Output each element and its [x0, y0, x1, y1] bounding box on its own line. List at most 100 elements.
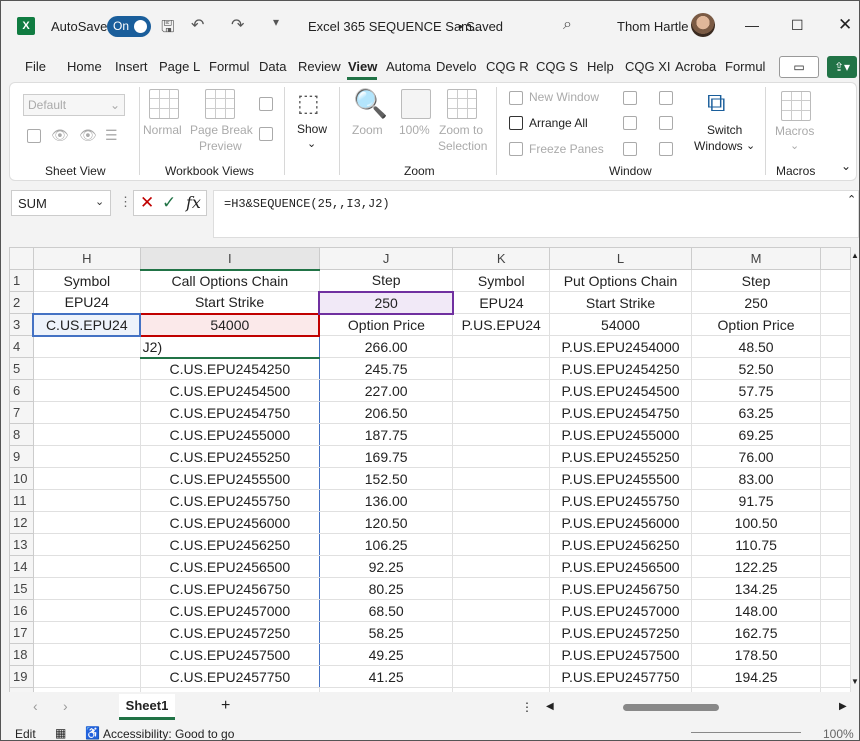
cell-l10[interactable]: P.US.EPU2455500: [549, 467, 692, 490]
menu-formulas[interactable]: Formul: [209, 59, 249, 74]
chevron-down-icon[interactable]: ⌄: [307, 137, 316, 150]
undo-icon[interactable]: ↶: [191, 15, 204, 35]
cell-h17[interactable]: [32, 621, 141, 644]
cell-j1[interactable]: Step: [318, 269, 454, 292]
menu-data[interactable]: Data: [259, 59, 286, 74]
row-header[interactable]: 10: [9, 467, 34, 490]
cell-k16[interactable]: [452, 599, 551, 622]
menu-file[interactable]: File: [25, 59, 46, 74]
reset-position-icon[interactable]: [659, 142, 673, 156]
cell-n16[interactable]: [820, 599, 851, 622]
row-header[interactable]: 9: [9, 445, 34, 468]
column-header-h[interactable]: H: [32, 247, 141, 270]
cell-j8[interactable]: 187.75: [318, 423, 454, 446]
accessibility-status[interactable]: Accessibility: Good to go: [103, 727, 234, 740]
cell-h2[interactable]: EPU24: [32, 291, 141, 314]
cell-i5[interactable]: C.US.EPU2454250: [139, 357, 320, 380]
freeze-panes-button[interactable]: Freeze Panes: [529, 142, 604, 156]
custom-views-icon[interactable]: [259, 127, 273, 141]
hundred-percent-button[interactable]: 100%: [399, 123, 430, 137]
row-header[interactable]: 17: [9, 621, 34, 644]
cell-l13[interactable]: P.US.EPU2456250: [549, 533, 692, 556]
next-sheet-icon[interactable]: ›: [63, 698, 68, 714]
cell-i2[interactable]: Start Strike: [139, 291, 320, 314]
new-window-button[interactable]: New Window: [529, 90, 599, 104]
cell-i12[interactable]: C.US.EPU2456000: [139, 511, 320, 534]
cell-i7[interactable]: C.US.EPU2454750: [139, 401, 320, 424]
partial-row-cell[interactable]: [318, 687, 454, 692]
row-header[interactable]: 4: [9, 335, 34, 358]
formula-input[interactable]: =H3&SEQUENCE(25,,I3,J2): [213, 190, 859, 238]
cell-k3[interactable]: P.US.EPU24: [452, 313, 551, 336]
zoom-button[interactable]: Zoom: [352, 123, 383, 137]
show-button[interactable]: Show: [297, 122, 327, 136]
cell-j19[interactable]: 41.25: [318, 665, 454, 688]
cell-n17[interactable]: [820, 621, 851, 644]
row-header[interactable]: 19: [9, 665, 34, 688]
cell-n18[interactable]: [820, 643, 851, 666]
row-header[interactable]: 3: [9, 313, 34, 336]
switch-windows-icon[interactable]: ⧉: [707, 87, 726, 119]
cell-k4[interactable]: [452, 335, 551, 358]
cell-n9[interactable]: [820, 445, 851, 468]
partial-row-cell[interactable]: [549, 687, 692, 692]
cell-k7[interactable]: [452, 401, 551, 424]
normal-view-button[interactable]: Normal: [143, 123, 182, 137]
cell-j18[interactable]: 49.25: [318, 643, 454, 666]
cell-m6[interactable]: 57.75: [690, 379, 822, 402]
cell-l16[interactable]: P.US.EPU2457000: [549, 599, 692, 622]
view-side-by-side-icon[interactable]: [659, 91, 673, 105]
select-all-corner[interactable]: [9, 247, 34, 270]
cell-l12[interactable]: P.US.EPU2456000: [549, 511, 692, 534]
menu-page-layout[interactable]: Page L: [159, 59, 200, 74]
cell-k12[interactable]: [452, 511, 551, 534]
cell-n3[interactable]: [820, 313, 851, 336]
cell-l15[interactable]: P.US.EPU2456750: [549, 577, 692, 600]
cell-n13[interactable]: [820, 533, 851, 556]
cell-l9[interactable]: P.US.EPU2455250: [549, 445, 692, 468]
cell-m1[interactable]: Step: [690, 269, 822, 292]
cell-h3[interactable]: C.US.EPU24: [32, 312, 142, 337]
prev-sheet-icon[interactable]: ‹: [33, 698, 38, 714]
expand-formula-bar-icon[interactable]: ⌃: [847, 193, 856, 206]
new-window-icon[interactable]: [509, 91, 523, 105]
column-header-i[interactable]: I: [139, 247, 320, 271]
cell-l19[interactable]: P.US.EPU2457750: [549, 665, 692, 688]
cell-h5[interactable]: [32, 357, 141, 380]
zoom-to-selection-icon[interactable]: [447, 89, 477, 119]
cell-l11[interactable]: P.US.EPU2455750: [549, 489, 692, 512]
cell-i6[interactable]: C.US.EPU2454500: [139, 379, 320, 402]
column-header-l[interactable]: L: [549, 247, 692, 270]
zoom-level[interactable]: 100%: [823, 727, 854, 740]
row-header[interactable]: 2: [9, 291, 34, 314]
cell-j2[interactable]: 250: [318, 290, 454, 315]
switch-windows-button[interactable]: Switch: [707, 123, 742, 137]
cell-m15[interactable]: 134.25: [690, 577, 822, 600]
cell-n15[interactable]: [820, 577, 851, 600]
cell-l5[interactable]: P.US.EPU2454250: [549, 357, 692, 380]
cell-l8[interactable]: P.US.EPU2455000: [549, 423, 692, 446]
insert-function-icon[interactable]: fx: [186, 193, 201, 212]
cell-j16[interactable]: 68.50: [318, 599, 454, 622]
menu-insert[interactable]: Insert: [115, 59, 148, 74]
cell-h6[interactable]: [32, 379, 141, 402]
menu-cqg-xi[interactable]: CQG XI: [625, 59, 671, 74]
normal-view-icon[interactable]: [149, 89, 179, 119]
share-icon[interactable]: ⇪▾: [827, 56, 857, 78]
arrange-all-button[interactable]: Arrange All: [529, 116, 588, 130]
scroll-left-icon[interactable]: ◀: [546, 701, 554, 712]
arrange-all-icon[interactable]: [509, 116, 523, 130]
scroll-up-icon[interactable]: ▲: [851, 251, 859, 260]
cell-j9[interactable]: 169.75: [318, 445, 454, 468]
cell-k15[interactable]: [452, 577, 551, 600]
cell-i11[interactable]: C.US.EPU2455750: [139, 489, 320, 512]
cell-l1[interactable]: Put Options Chain: [549, 269, 692, 292]
cell-m11[interactable]: 91.75: [690, 489, 822, 512]
cell-n2[interactable]: [820, 291, 851, 314]
cell-h18[interactable]: [32, 643, 141, 666]
chevron-down-icon[interactable]: ⌄: [790, 139, 799, 152]
cell-m9[interactable]: 76.00: [690, 445, 822, 468]
cell-j15[interactable]: 80.25: [318, 577, 454, 600]
horizontal-scroll-thumb[interactable]: [623, 704, 719, 711]
cell-m13[interactable]: 110.75: [690, 533, 822, 556]
